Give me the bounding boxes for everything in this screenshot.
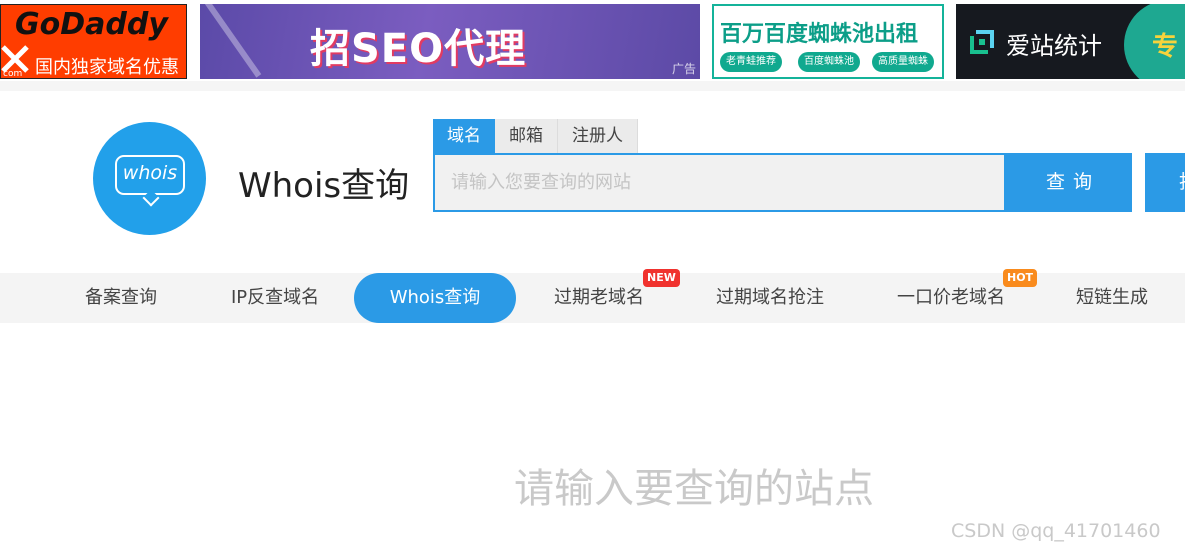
- hot-badge: HOT: [1003, 269, 1038, 287]
- batch-search-button[interactable]: 批: [1145, 153, 1185, 212]
- tab-domain[interactable]: 域名: [433, 119, 495, 153]
- ad-seo-text: 招SEO代理: [310, 26, 527, 72]
- page-title: Whois查询: [238, 166, 410, 206]
- ad-godaddy-title: GoDaddy: [15, 7, 168, 42]
- ad-godaddy-com: com: [3, 69, 23, 79]
- search-box: [433, 153, 1006, 212]
- ad-aizhan-more: 专: [1152, 32, 1179, 62]
- ad-label: 广告: [671, 62, 696, 76]
- ad-aizhan-text: 爱站统计: [1006, 32, 1102, 60]
- ad-godaddy-subtitle: 国内独家域名优惠: [35, 57, 179, 78]
- search-type-tabs: 域名 邮箱 注册人: [433, 119, 638, 153]
- whois-logo[interactable]: whois: [93, 122, 206, 235]
- ad-spider-pill: 高质量蜘蛛: [872, 52, 934, 72]
- ad-spider-pill: 老青蛙推荐: [720, 52, 782, 72]
- tab-registrant[interactable]: 注册人: [558, 119, 638, 153]
- ad-banner-spider-pool[interactable]: 百万百度蜘蛛池出租 老青蛙推荐 百度蜘蛛池 高质量蜘蛛: [712, 4, 944, 79]
- tab-email[interactable]: 邮箱: [495, 119, 558, 153]
- search-button[interactable]: 查询: [1006, 153, 1132, 212]
- nav-item-ip-reverse[interactable]: IP反查域名: [231, 273, 319, 323]
- aizhan-logo-icon: [970, 30, 994, 54]
- ad-banner-godaddy[interactable]: GoDaddy com 国内独家域名优惠: [0, 4, 187, 79]
- nav-item-domain-backorder[interactable]: 过期域名抢注: [716, 273, 824, 323]
- nav-item-expired-domains[interactable]: 过期老域名: [554, 273, 644, 323]
- ad-spider-pill: 百度蜘蛛池: [798, 52, 860, 72]
- new-badge: NEW: [643, 269, 680, 287]
- nav-item-icp[interactable]: 备案查询: [85, 273, 157, 323]
- light-ray-decoration: [204, 4, 262, 78]
- nav-item-fixed-price-domains[interactable]: 一口价老域名: [897, 273, 1005, 323]
- divider-band: [0, 81, 1185, 91]
- nav-item-whois[interactable]: Whois查询: [354, 273, 516, 323]
- ad-banner-seo[interactable]: 招SEO代理 广告: [200, 4, 700, 79]
- ad-spider-title: 百万百度蜘蛛池出租: [720, 22, 919, 47]
- logo-text: whois: [122, 162, 178, 184]
- nav-item-short-link[interactable]: 短链生成: [1076, 273, 1148, 323]
- ad-banner-aizhan[interactable]: 爱站统计 专: [956, 4, 1185, 79]
- watermark: CSDN @qq_41701460: [951, 520, 1161, 542]
- empty-state-prompt: 请输入要查询的站点: [514, 466, 874, 512]
- search-input[interactable]: [435, 155, 1004, 210]
